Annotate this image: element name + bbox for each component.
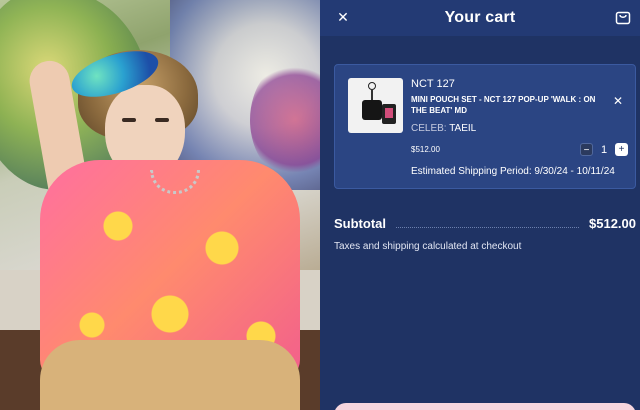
subtotal-label: Subtotal <box>334 215 386 231</box>
item-option: CELEB: TAEIL <box>411 123 476 134</box>
strap <box>371 90 373 100</box>
cart-header: ✕ Your cart <box>320 0 640 36</box>
checkout-button[interactable] <box>334 403 636 410</box>
increase-quantity-button[interactable]: + <box>615 143 628 156</box>
item-price: $512.00 <box>411 145 440 154</box>
decrease-quantity-button[interactable]: − <box>580 143 593 156</box>
item-artist: NCT 127 <box>411 78 455 90</box>
option-label: CELEB: <box>411 123 447 134</box>
photo-card <box>382 104 396 124</box>
eye <box>155 118 169 122</box>
cart-line-item: NCT 127 MINI POUCH SET - NCT 127 POP-UP … <box>334 64 636 189</box>
eye <box>122 118 136 122</box>
subtotal-row: Subtotal $512.00 <box>334 215 636 231</box>
shopping-bag-icon[interactable] <box>614 8 632 26</box>
quantity-value[interactable]: 1 <box>599 144 609 156</box>
close-icon[interactable]: ✕ <box>334 8 352 26</box>
option-value: TAEIL <box>449 123 477 134</box>
pants <box>40 340 300 410</box>
product-model-photo <box>0 0 320 410</box>
item-name[interactable]: MINI POUCH SET - NCT 127 POP-UP 'WALK : … <box>411 94 607 116</box>
tax-note: Taxes and shipping calculated at checkou… <box>334 241 522 252</box>
divider <box>396 226 579 228</box>
cart-title: Your cart <box>444 9 516 26</box>
shipping-estimate: Estimated Shipping Period: 9/30/24 - 10/… <box>411 166 615 177</box>
keyring <box>368 82 376 90</box>
mini-pouch <box>362 100 382 120</box>
product-thumbnail[interactable] <box>348 78 403 133</box>
remove-item-icon[interactable]: ✕ <box>612 95 624 107</box>
cart-drawer: ✕ Your cart NCT 127 MINI POUCH SET - NCT… <box>320 0 640 410</box>
subtotal-amount: $512.00 <box>589 215 636 231</box>
quantity-stepper: − 1 + <box>580 143 628 156</box>
